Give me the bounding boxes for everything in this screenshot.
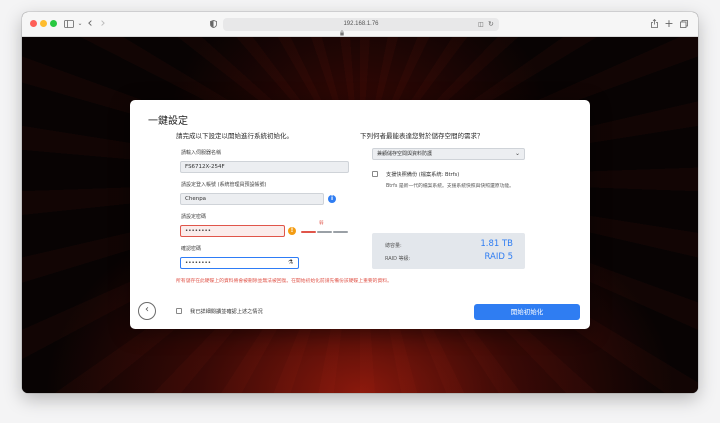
translate-icon[interactable]: ◫	[478, 20, 486, 29]
sidebar-toggle-icon[interactable]	[62, 16, 76, 32]
snapshot-label: 支援快照備份 (檔案系統: Btrfs)	[386, 172, 460, 178]
chevron-left-icon: ‹	[145, 304, 149, 315]
back-nav-icon[interactable]: ‹	[85, 16, 95, 32]
setup-dialog: 一鍵設定 請完成以下設定以開始進行系統初始化。 下列何者最能表達您對於儲存空間的…	[130, 100, 590, 329]
privacy-shield-icon[interactable]	[208, 16, 218, 32]
start-initialization-button[interactable]: 開始初始化	[474, 304, 580, 320]
snapshot-checkbox[interactable]	[372, 171, 378, 177]
zoom-window-button[interactable]	[50, 20, 57, 27]
data-loss-warning: 所有儲存在此硬碟上的資料將會被刪除並無法被回復。在開始初始化前請先備份該硬碟上重…	[176, 279, 392, 284]
password-key-icon[interactable]: ⚗	[288, 259, 293, 266]
confirm-read-checkbox[interactable]	[176, 308, 182, 314]
storage-need-select[interactable]: 兼顧儲存空間與資料防護 ⌄	[372, 148, 525, 160]
password-label: 請設定密碼	[181, 214, 207, 220]
lock-icon	[340, 21, 344, 36]
storage-summary: 總容量: 1.81 TB RAID 等級: RAID 5	[372, 233, 525, 269]
page-background: 一鍵設定 請完成以下設定以開始進行系統初始化。 下列何者最能表達您對於儲存空間的…	[22, 37, 698, 393]
reload-icon[interactable]: ↻	[488, 20, 496, 29]
confirm-password-input[interactable]: ••••••••	[180, 257, 299, 269]
address-bar[interactable]: 192.168.1.76 ◫ ↻	[223, 18, 499, 36]
password-strength-label: 弱	[319, 221, 324, 226]
server-name-label: 請輸入伺服器名稱	[181, 150, 222, 156]
new-tab-icon[interactable]: +	[664, 16, 674, 32]
username-label: 請設定登入帳號 (系統管理員預設帳號)	[181, 182, 267, 188]
tab-overview-icon[interactable]	[679, 16, 689, 32]
share-icon[interactable]	[649, 16, 659, 32]
strength-bar-2	[317, 231, 332, 233]
password-input[interactable]: ••••••••	[180, 225, 285, 237]
confirm-read-label: 我已詳細閱讀並確認上述之情況	[190, 309, 263, 315]
right-section-heading: 下列何者最能表達您對於儲存空間的需求？	[360, 132, 484, 140]
storage-need-value: 兼顧儲存空間與資料防護	[377, 151, 433, 157]
browser-toolbar: ⌄ ‹ › 192.168.1.76 ◫ ↻ +	[22, 12, 698, 37]
strength-bar-3	[333, 231, 348, 233]
username-input[interactable]: Chenpa	[180, 193, 324, 205]
info-icon[interactable]: i	[328, 195, 336, 203]
raid-level-label: RAID 等級:	[385, 256, 411, 262]
back-button[interactable]: ‹	[138, 302, 156, 320]
forward-nav-icon[interactable]: ›	[98, 16, 108, 32]
dialog-title: 一鍵設定	[148, 116, 188, 127]
strength-bar-1	[301, 231, 316, 233]
browser-window: ⌄ ‹ › 192.168.1.76 ◫ ↻ + 一鍵設定 請完成以下設定以開始…	[22, 12, 698, 393]
confirm-password-label: 確認密碼	[181, 246, 202, 252]
chevron-down-icon: ⌄	[514, 150, 520, 157]
capacity-value: 1.81 TB	[480, 239, 513, 249]
close-window-button[interactable]	[30, 20, 37, 27]
warning-icon: !	[288, 227, 296, 235]
snapshot-description: Btrfs 是新一代的檔案系統。支援系統快照與快照還原功能。	[386, 184, 514, 189]
left-section-heading: 請完成以下設定以開始進行系統初始化。	[176, 132, 293, 140]
server-name-input[interactable]: FS6712X-254F	[180, 161, 349, 173]
address-url: 192.168.1.76	[343, 21, 379, 27]
chevron-down-icon[interactable]: ⌄	[76, 16, 84, 32]
minimize-window-button[interactable]	[40, 20, 47, 27]
raid-level-value: RAID 5	[484, 252, 513, 262]
capacity-label: 總容量:	[385, 243, 402, 249]
